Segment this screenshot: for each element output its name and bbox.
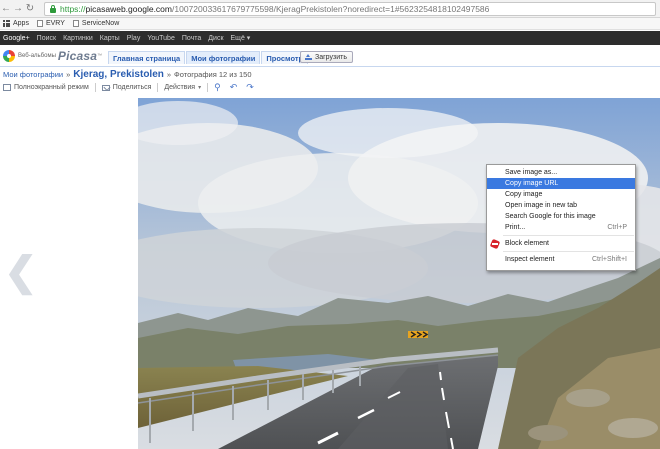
tab-my-photos[interactable]: Мои фотографии [186,51,261,64]
menu-item-label: Copy image [505,191,543,198]
menu-separator [503,251,634,252]
rotate-left-icon[interactable]: ↶ [230,82,238,93]
picasa-pinwheel-icon [3,50,15,62]
share-label: Поделиться [112,84,152,91]
bookmark-label: ServiceNow [81,20,120,27]
url-host: picasaweb.google.com [85,4,172,14]
menu-item-label: Inspect element [505,256,555,263]
menu-item-label: Copy image URL [505,180,559,187]
breadcrumb: Мои фотографии » Kjerag, Prekistolen » Ф… [3,69,252,80]
rotate-right-icon[interactable]: ↷ [246,82,254,93]
toolbar-divider [207,83,209,92]
bookmark-apps[interactable]: Apps [3,20,29,27]
breadcrumb-my-photos[interactable]: Мои фотографии [3,70,63,79]
menu-item-open-image-new-tab[interactable]: Open image in new tab [487,200,635,211]
gbar-images[interactable]: Картинки [63,35,93,42]
gbar-play[interactable]: Play [127,35,141,42]
gbar-search[interactable]: Поиск [37,35,56,42]
gbar-drive[interactable]: Диск [208,35,223,42]
gbar-maps[interactable]: Карты [100,35,120,42]
bookmark-label: EVRY [45,20,65,27]
upload-icon [305,53,312,61]
url-scheme: https:// [60,4,86,14]
bookmarks-bar: Apps EVRY ServiceNow [0,18,660,30]
adblock-stop-icon [489,238,501,250]
fullscreen-button[interactable]: Полноэкранный режим [3,84,89,91]
menu-item-save-image-as[interactable]: Save image as... [487,167,635,178]
zoom-icon[interactable]: ⚲ [214,82,221,93]
menu-item-label: Search Google for this image [505,213,596,220]
reload-icon[interactable]: ↻ [24,2,36,16]
photo-toolbar: Полноэкранный режим Поделиться Действия … [3,82,263,93]
previous-photo-arrow-icon[interactable]: ❮ [4,252,38,292]
toolbar-divider [157,83,159,92]
menu-item-block-element[interactable]: Block element [487,238,635,250]
menu-item-inspect-element[interactable]: Inspect element Ctrl+Shift+I [487,254,635,265]
page-icon [36,20,43,27]
menu-item-label: Open image in new tab [505,202,577,209]
bookmark-servicenow[interactable]: ServiceNow [72,20,120,27]
breadcrumb-separator: » [166,70,172,79]
google-bar: Google+ Поиск Картинки Карты Play YouTub… [0,31,660,45]
url-input[interactable]: https://picasaweb.google.com/10072003361… [44,2,656,16]
fullscreen-label: Полноэкранный режим [14,84,89,91]
menu-item-shortcut: Ctrl+P [607,224,627,231]
back-arrow-icon[interactable]: ← [0,2,12,16]
picasa-logo[interactable]: Веб-альбомы Picasa ™ [3,49,102,63]
url-path: /100720033617679775598/KjeragPrekistolen… [172,4,490,14]
gbar-more[interactable]: Ещё ▾ [231,34,251,42]
logo-trademark: ™ [97,53,103,59]
picasa-header: Веб-альбомы Picasa ™ Главная страница Мо… [0,45,660,67]
secure-lock-icon [49,5,57,13]
breadcrumb-album[interactable]: Kjerag, Prekistolen [73,69,164,80]
menu-separator [503,235,634,236]
context-menu: Save image as... Copy image URL Copy ima… [486,164,636,271]
share-button[interactable]: Поделиться [101,84,152,91]
picasa-tabs: Главная страница Мои фотографии Просмотр [108,51,309,64]
logo-subtitle: Веб-альбомы [18,53,56,59]
gbar-google-plus[interactable]: Google+ [3,35,30,42]
actions-dropdown[interactable]: Действия ▾ [164,84,201,91]
upload-label: Загрузить [315,53,347,61]
menu-item-search-google-image[interactable]: Search Google for this image [487,211,635,222]
fullscreen-icon [3,84,11,91]
bookmark-evry[interactable]: EVRY [36,20,65,27]
photo-landscape-image [138,98,660,449]
actions-label: Действия [164,84,196,91]
toolbar-divider [94,83,96,92]
menu-item-print[interactable]: Print... Ctrl+P [487,222,635,233]
menu-item-label: Print... [505,224,526,231]
menu-item-copy-image[interactable]: Copy image [487,189,635,200]
logo-wordmark: Picasa [57,49,98,63]
photo-counter: Фотография 12 из 150 [174,70,252,79]
address-bar-row: ← → ↻ https://picasaweb.google.com/10072… [0,0,660,18]
mail-icon [101,84,110,91]
menu-item-copy-image-url[interactable]: Copy image URL [487,178,635,189]
menu-item-label: Save image as... [505,169,558,176]
upload-button[interactable]: Загрузить [300,51,353,63]
apps-grid-icon [3,20,10,27]
browser-window: ← → ↻ https://picasaweb.google.com/10072… [0,0,660,449]
menu-item-label: Block element [505,240,549,247]
gbar-mail[interactable]: Почта [182,35,201,42]
main-photo[interactable] [138,98,660,449]
tab-home[interactable]: Главная страница [108,51,186,64]
menu-item-shortcut: Ctrl+Shift+I [591,256,627,263]
gbar-youtube[interactable]: YouTube [147,35,175,42]
bookmark-label: Apps [13,20,29,27]
page-icon [72,20,79,27]
chevron-down-icon: ▾ [198,85,202,91]
breadcrumb-separator: » [66,70,71,79]
forward-arrow-icon[interactable]: → [12,2,24,16]
